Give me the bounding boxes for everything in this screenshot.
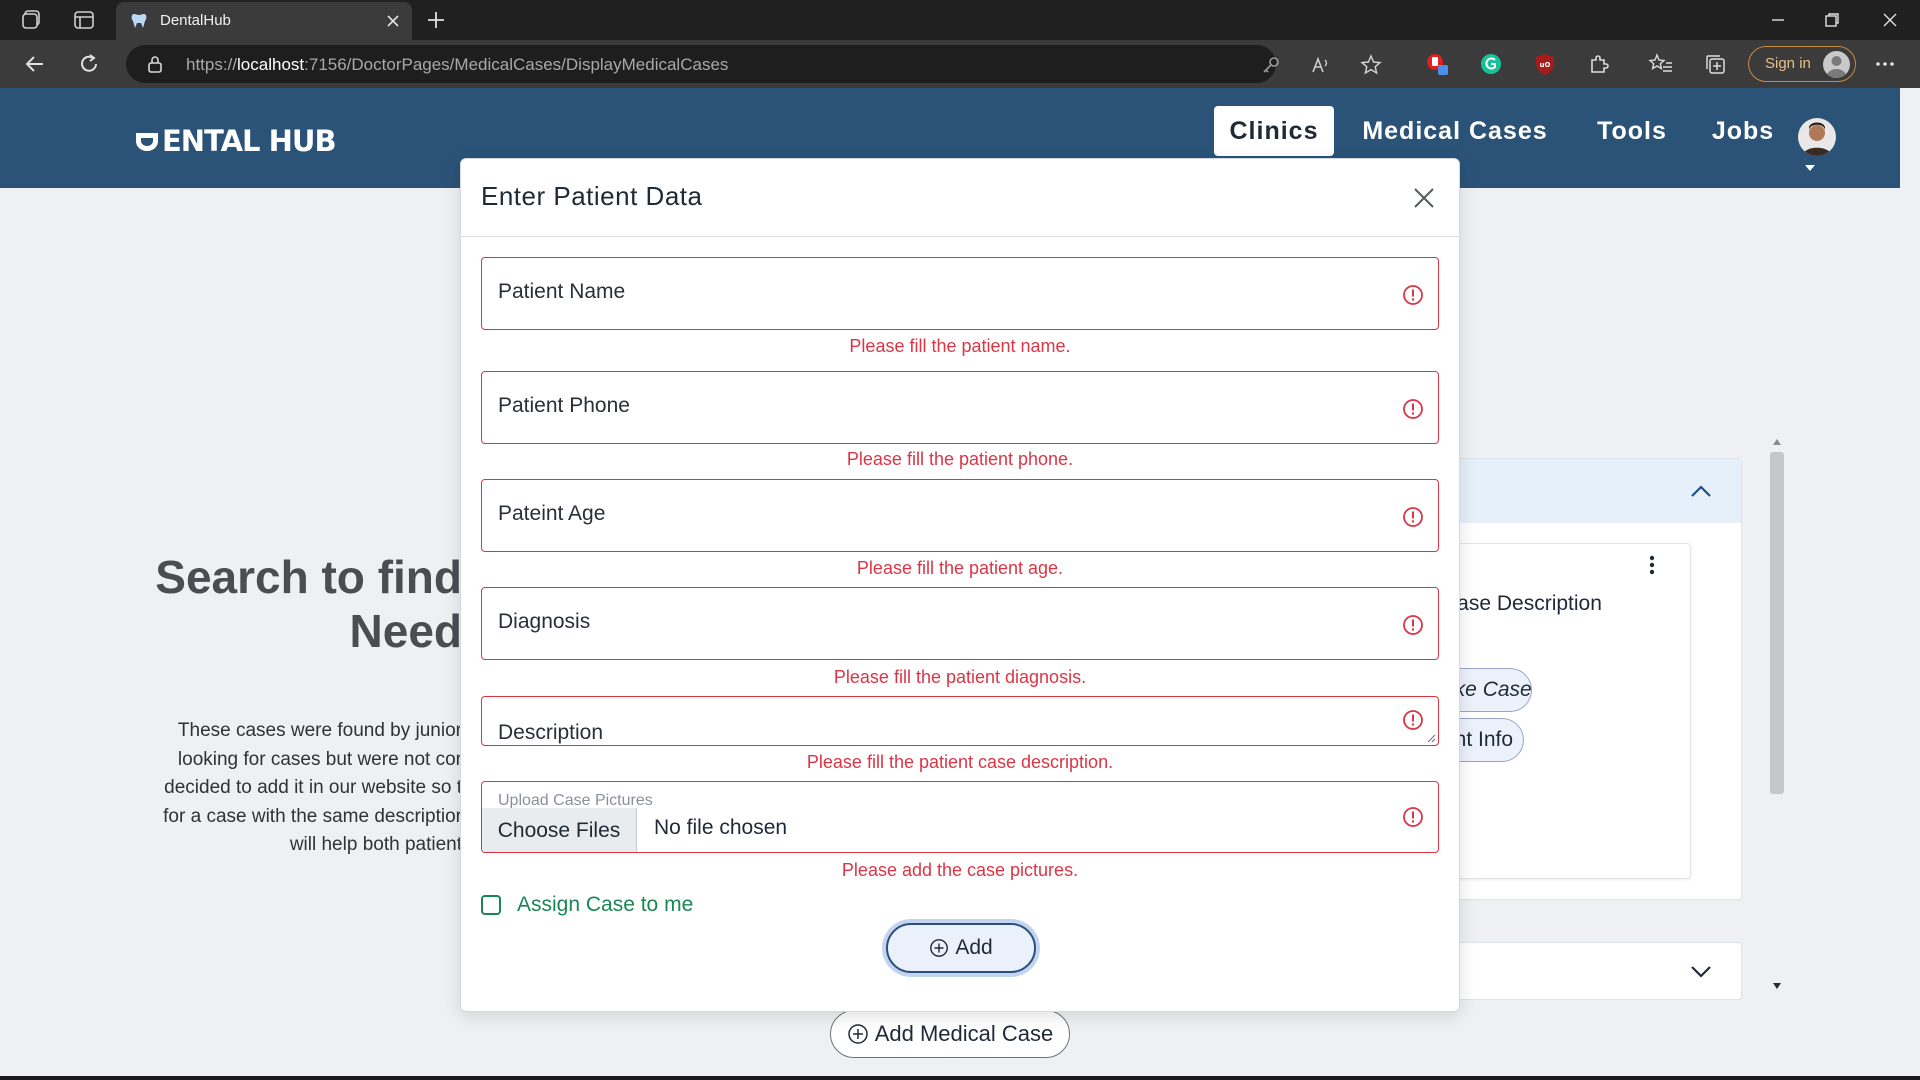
scroll-up-arrow-icon[interactable]: [1772, 438, 1782, 446]
description-error: Please fill the patient case description…: [806, 752, 1114, 772]
patient-data-modal: Enter Patient Data Patient Name Please f…: [460, 158, 1460, 1012]
diagnosis-field[interactable]: Diagnosis: [481, 587, 1439, 660]
error-icon: [1402, 398, 1424, 420]
nav-jobs[interactable]: Jobs: [1708, 106, 1778, 156]
logo-text: ENTAL HUB: [162, 124, 337, 158]
pictures-error: Please add the case pictures.: [841, 860, 1079, 880]
back-arrow-icon[interactable]: [22, 51, 48, 77]
assign-case-checkbox[interactable]: [481, 895, 501, 915]
modal-title: Enter Patient Data: [481, 181, 703, 211]
read-aloud-icon[interactable]: [1310, 54, 1332, 76]
patient-age-field[interactable]: Pateint Age: [481, 479, 1439, 552]
file-status-text: No file chosen: [654, 816, 788, 839]
logo-tooth-icon: [136, 133, 158, 151]
extension-red-icon[interactable]: [1424, 51, 1450, 77]
new-tab-icon[interactable]: [424, 8, 448, 32]
address-field[interactable]: https://localhost:7156/DoctorPages/Medic…: [126, 45, 1382, 83]
favorites-list-icon[interactable]: [1648, 51, 1674, 77]
nav-medical-cases[interactable]: Medical Cases: [1360, 106, 1550, 156]
case-card: Case Description ake Case ent Info: [1402, 543, 1691, 879]
collections-icon[interactable]: [1702, 51, 1728, 77]
sign-in-button[interactable]: Sign in: [1748, 46, 1856, 82]
error-icon: [1402, 506, 1424, 528]
patient-phone-error: Please fill the patient phone.: [846, 449, 1074, 469]
ublock-icon[interactable]: uO: [1532, 51, 1558, 77]
minimize-icon[interactable]: [1766, 8, 1790, 32]
add-medical-case-label: Add Medical Case: [874, 1021, 1054, 1046]
error-icon: [1402, 284, 1424, 306]
workspaces-icon[interactable]: [20, 8, 44, 32]
error-icon: [1402, 614, 1424, 636]
plus-circle-icon: [847, 1024, 868, 1044]
case-description-title: Case Description: [1442, 592, 1602, 615]
browser-toolbar: https://localhost:7156/DoctorPages/Medic…: [0, 40, 1920, 88]
svg-text:uO: uO: [1540, 61, 1551, 69]
restore-icon[interactable]: [1820, 8, 1844, 32]
hero-paragraph: These cases were found by junior looking…: [163, 720, 462, 855]
tab-actions-icon[interactable]: [72, 8, 96, 32]
patient-phone-label: Patient Phone: [498, 394, 630, 417]
nav-clinics[interactable]: Clinics: [1214, 106, 1334, 156]
diagnosis-error: Please fill the patient diagnosis.: [833, 667, 1087, 687]
case-accordion-collapsed[interactable]: [1440, 942, 1742, 1000]
chevron-up-icon[interactable]: [1689, 481, 1713, 501]
lock-icon[interactable]: [146, 55, 164, 73]
patient-name-field[interactable]: Patient Name: [481, 257, 1439, 330]
patient-age-label: Pateint Age: [498, 502, 606, 525]
patient-phone-field[interactable]: Patient Phone: [481, 371, 1439, 444]
close-window-icon[interactable]: [1878, 8, 1902, 32]
assign-case-label[interactable]: Assign Case to me: [517, 893, 693, 917]
chevron-down-icon[interactable]: [1689, 961, 1713, 981]
diagnosis-label: Diagnosis: [498, 610, 591, 633]
key-icon[interactable]: [1260, 54, 1282, 76]
nav-tools[interactable]: Tools: [1590, 106, 1674, 156]
favorite-star-icon[interactable]: [1360, 54, 1382, 76]
close-tab-icon[interactable]: [384, 12, 402, 30]
bottom-divider: [0, 1076, 1920, 1080]
assign-case-control: Assign Case to me: [481, 893, 693, 917]
modal-header: Enter Patient Data: [461, 159, 1459, 237]
sign-in-label: Sign in: [1765, 55, 1811, 72]
tooth-icon: [130, 12, 148, 30]
tab-dentalhub[interactable]: DentalHub: [116, 2, 412, 40]
accordion-header[interactable]: [1441, 459, 1741, 523]
description-label: Description: [498, 721, 604, 744]
choose-files-button[interactable]: Choose Files: [482, 808, 637, 852]
user-avatar[interactable]: [1798, 118, 1836, 156]
add-button[interactable]: Add: [886, 923, 1036, 973]
extensions-puzzle-icon[interactable]: [1586, 51, 1612, 77]
resize-handle-icon[interactable]: [1426, 733, 1436, 743]
scroll-down-arrow-icon[interactable]: [1772, 982, 1782, 990]
tab-title: DentalHub: [160, 12, 231, 29]
plus-circle-icon: [930, 939, 949, 957]
patient-age-error: Please fill the patient age.: [856, 558, 1064, 578]
description-textarea[interactable]: Description: [481, 696, 1439, 746]
url-text: https://localhost:7156/DoctorPages/Medic…: [186, 55, 729, 74]
grammarly-icon[interactable]: [1478, 51, 1504, 77]
browser-tab-bar: DentalHub: [0, 0, 1920, 40]
scrollbar-thumb[interactable]: [1770, 452, 1784, 794]
error-icon: [1402, 806, 1424, 828]
add-medical-case-button[interactable]: Add Medical Case: [830, 1010, 1070, 1058]
refresh-icon[interactable]: [76, 51, 102, 77]
kebab-menu-icon[interactable]: [1648, 554, 1656, 576]
add-button-label: Add: [955, 936, 993, 959]
error-icon: [1402, 709, 1424, 731]
dentalhub-logo[interactable]: ENTAL HUB: [134, 124, 337, 158]
profile-avatar-icon: [1823, 51, 1850, 78]
close-icon[interactable]: [1411, 185, 1437, 211]
upload-pictures-field: Upload Case Pictures Choose Files No fil…: [481, 781, 1439, 853]
chevron-down-icon[interactable]: [1804, 164, 1816, 172]
more-options-icon[interactable]: [1872, 51, 1898, 77]
case-accordion-expanded: Case Description ake Case ent Info: [1402, 458, 1742, 900]
patient-name-error: Please fill the patient name.: [849, 336, 1071, 356]
hero-heading: Search to find Need: [155, 551, 462, 657]
patient-name-label: Patient Name: [498, 280, 626, 303]
